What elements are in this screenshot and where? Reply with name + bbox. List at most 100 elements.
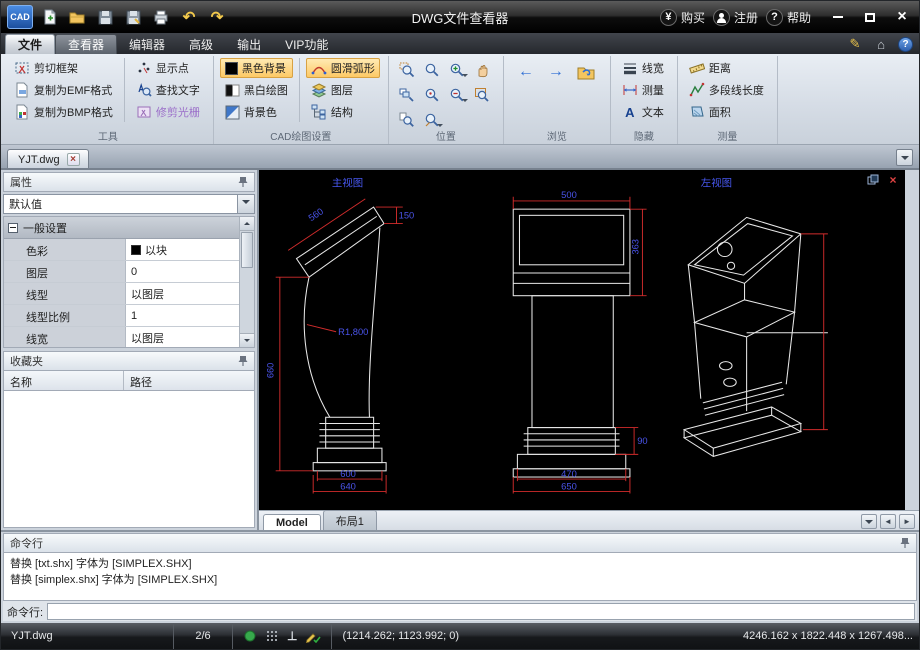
background-color-button[interactable]: 背景色: [220, 102, 293, 122]
property-group-row[interactable]: 一般设置: [4, 217, 239, 239]
triangle-up-icon: [244, 219, 250, 225]
home-icon[interactable]: ⌂: [872, 36, 890, 52]
find-text-button[interactable]: 查找文字: [131, 80, 205, 100]
collapse-icon[interactable]: [8, 223, 18, 233]
forward-button[interactable]: →: [544, 60, 568, 84]
tab-file[interactable]: 文件: [5, 34, 55, 54]
help-button[interactable]: ? 帮助: [766, 9, 811, 26]
preset-dropdown[interactable]: 默认值: [3, 194, 255, 214]
dim-label: R1,800: [338, 327, 368, 337]
close-view-button[interactable]: ×: [886, 173, 900, 186]
distance-button[interactable]: 距离: [684, 58, 769, 78]
scroll-left-button[interactable]: ◄: [880, 514, 896, 529]
tab-editor[interactable]: 编辑器: [117, 34, 177, 54]
zoom-out-caret-icon[interactable]: [462, 99, 468, 105]
document-close-icon[interactable]: ×: [67, 153, 80, 166]
favorites-panel-header: 收藏夹: [3, 351, 255, 371]
pin-icon[interactable]: [238, 176, 248, 188]
scroll-down-button[interactable]: [240, 333, 254, 347]
app-logo[interactable]: CAD: [7, 5, 33, 29]
scroll-right-button[interactable]: ►: [899, 514, 915, 529]
hide-measure-button[interactable]: 测量: [617, 80, 669, 100]
zoom-window-button[interactable]: [395, 58, 419, 82]
structure-button[interactable]: 结构: [306, 102, 380, 122]
maximize-button[interactable]: [859, 7, 881, 27]
drawing-canvas[interactable]: 150 560 R1,800 660 600 640 500 363 90 47…: [259, 170, 905, 510]
copy-bmp-button[interactable]: 复制为BMP格式: [9, 102, 118, 122]
property-grid-scrollbar[interactable]: [239, 217, 254, 347]
copy-emf-label: 复制为EMF格式: [34, 82, 112, 98]
black-background-icon: [225, 62, 238, 75]
save-as-button[interactable]: [121, 5, 145, 29]
smooth-arcs-toggle[interactable]: 圆滑弧形: [306, 58, 380, 78]
new-file-button[interactable]: [37, 5, 61, 29]
ortho-icon[interactable]: ⊥: [287, 629, 297, 643]
trim-raster-button[interactable]: 修剪光栅: [131, 102, 205, 122]
property-row-layer[interactable]: 图层 0: [4, 261, 239, 283]
command-history: 替换 [txt.shx] 字体为 [SIMPLEX.SHX] 替换 [simpl…: [3, 553, 917, 601]
scroll-up-button[interactable]: [240, 217, 254, 231]
edit-check-icon[interactable]: [305, 629, 321, 643]
folder-back-button[interactable]: [574, 60, 598, 84]
tab-viewer[interactable]: 查看器: [55, 34, 117, 54]
cad-drawing[interactable]: 150 560 R1,800 660 600 640 500 363 90 47…: [259, 170, 905, 510]
copy-emf-button[interactable]: 复制为EMF格式: [9, 80, 118, 100]
undo-button[interactable]: ↶: [177, 5, 201, 29]
back-button[interactable]: ←: [514, 60, 538, 84]
buy-label: 购买: [681, 9, 705, 26]
save-button[interactable]: [93, 5, 117, 29]
close-button[interactable]: ×: [891, 7, 913, 27]
layers-button[interactable]: 图层: [306, 80, 380, 100]
document-tab[interactable]: YJT.dwg ×: [7, 149, 89, 168]
black-background-toggle[interactable]: 黑色背景: [220, 58, 293, 78]
print-button[interactable]: [149, 5, 173, 29]
structure-icon: [311, 104, 327, 120]
minimize-button[interactable]: [827, 7, 849, 27]
snap-icon[interactable]: [243, 629, 257, 643]
zoom-in-button[interactable]: [445, 58, 469, 82]
command-input[interactable]: [47, 603, 915, 620]
tab-output[interactable]: 输出: [225, 34, 273, 54]
sheet-dropdown-button[interactable]: [861, 514, 877, 529]
hide-text-button[interactable]: A 文本: [617, 102, 669, 122]
find-text-label: 查找文字: [156, 82, 200, 98]
scrollbar-thumb[interactable]: [241, 232, 253, 268]
favorites-col-name[interactable]: 名称: [4, 371, 124, 390]
line-width-button[interactable]: 线宽: [617, 58, 669, 78]
cut-frame-button[interactable]: 剪切框架: [9, 58, 118, 78]
pin-icon[interactable]: [238, 355, 248, 367]
show-points-button[interactable]: 显示点: [131, 58, 205, 78]
pan-button[interactable]: [470, 58, 494, 82]
open-button[interactable]: [65, 5, 89, 29]
zoom-extents-button[interactable]: [470, 83, 494, 107]
favorites-col-path[interactable]: 路径: [124, 371, 158, 390]
tab-vip[interactable]: VIP功能: [273, 34, 340, 54]
ribbon-help-icon[interactable]: ?: [898, 37, 913, 52]
register-button[interactable]: 注册: [713, 9, 758, 26]
zoom-dynamic-button[interactable]: [420, 58, 444, 82]
area-button[interactable]: 面积: [684, 102, 769, 122]
tab-model[interactable]: Model: [263, 514, 321, 530]
zoom-center-button[interactable]: [420, 83, 444, 107]
bw-drawing-button[interactable]: 黑白绘图: [220, 80, 293, 100]
save-as-icon: [126, 10, 141, 25]
polyline-length-button[interactable]: 多段线长度: [684, 80, 769, 100]
grid-icon[interactable]: [265, 629, 279, 643]
zoom-in-caret-icon[interactable]: [462, 74, 468, 80]
property-row-color[interactable]: 色彩 以块: [4, 239, 239, 261]
tab-advanced[interactable]: 高级: [177, 34, 225, 54]
favorites-list[interactable]: [3, 391, 255, 528]
buy-button[interactable]: ¥ 购买: [660, 9, 705, 26]
zoom-out-button[interactable]: [445, 83, 469, 107]
pin-icon[interactable]: [900, 537, 910, 549]
tabstrip-dropdown-button[interactable]: [896, 149, 913, 166]
zoom-all-button[interactable]: [395, 83, 419, 107]
preset-caret-button[interactable]: [237, 195, 254, 213]
tab-layout1[interactable]: 布局1: [323, 510, 377, 530]
property-row-linetype[interactable]: 线型 以图层: [4, 283, 239, 305]
property-row-linetype-scale[interactable]: 线型比例 1: [4, 305, 239, 327]
pen-icon[interactable]: ✎: [846, 36, 864, 52]
redo-button[interactable]: ↷: [205, 5, 229, 29]
float-panel-button[interactable]: [866, 173, 880, 186]
property-row-lineweight[interactable]: 线宽 以图层: [4, 327, 239, 348]
